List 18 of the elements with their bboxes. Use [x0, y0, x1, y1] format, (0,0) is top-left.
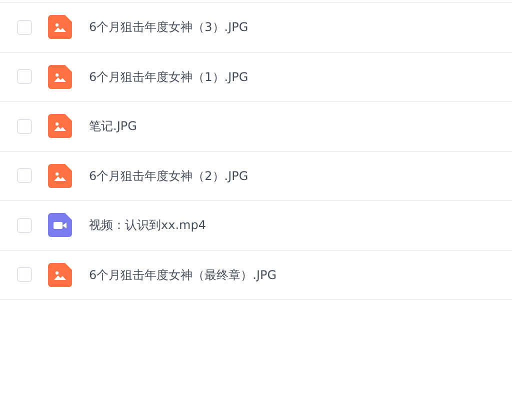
checkbox[interactable] [17, 267, 32, 282]
file-name[interactable]: 视频：认识到xx.mp4 [89, 216, 206, 234]
video-file-icon [48, 213, 72, 238]
image-file-icon [48, 262, 72, 287]
file-name[interactable]: 笔记.JPG [89, 117, 137, 136]
file-name[interactable]: 6个月狙击年度女神（最终章）.JPG [89, 266, 277, 284]
checkbox[interactable] [17, 20, 32, 35]
checkbox[interactable] [17, 218, 32, 233]
image-file-icon [48, 15, 72, 40]
image-file-icon [48, 114, 72, 138]
file-name[interactable]: 6个月狙击年度女神（1）.JPG [89, 68, 248, 86]
image-file-icon [48, 64, 72, 89]
checkbox[interactable] [17, 118, 32, 134]
checkbox[interactable] [17, 168, 32, 184]
image-file-icon [48, 164, 72, 188]
file-name[interactable]: 6个月狙击年度女神（3）.JPG [89, 18, 248, 36]
file-name[interactable]: 6个月狙击年度女神（2）.JPG [89, 166, 248, 185]
checkbox[interactable] [17, 69, 32, 84]
